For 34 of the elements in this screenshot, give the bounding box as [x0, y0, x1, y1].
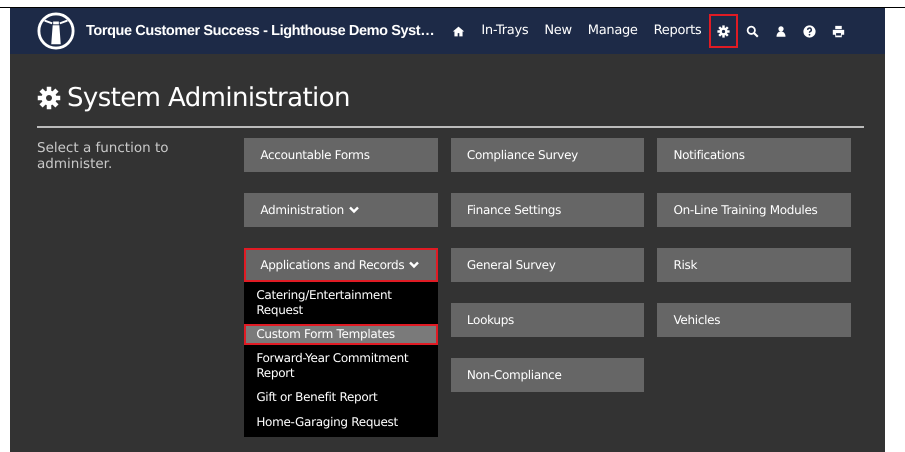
home-icon — [452, 24, 466, 38]
search-icon — [746, 24, 760, 38]
menu-item[interactable]: Custom Form Templates — [244, 324, 438, 345]
app-title: Torque Customer Success - Lighthouse Demo Syst… — [86, 23, 434, 39]
function-button[interactable]: Applications and Records — [244, 248, 438, 282]
page-title: System Administration — [67, 82, 350, 115]
lighthouse-logo-icon — [37, 12, 75, 50]
function-button[interactable]: On-Line Training Modules — [657, 193, 851, 227]
function-button[interactable]: Lookups — [450, 303, 644, 337]
function-button[interactable]: Risk — [657, 248, 851, 282]
caret-icon — [348, 206, 359, 214]
nav-link[interactable]: New — [536, 15, 580, 47]
function-button[interactable]: Non-Compliance — [450, 358, 644, 392]
menu-item[interactable]: Home-Garaging Request — [244, 412, 438, 433]
help-icon — [803, 24, 816, 38]
function-button[interactable]: Accountable Forms — [244, 138, 438, 172]
printer-icon — [832, 24, 846, 38]
user-icon — [775, 24, 788, 38]
function-button[interactable]: Finance Settings — [450, 193, 644, 227]
nav-link[interactable]: In-Trays — [473, 15, 536, 47]
menu-item[interactable]: Catering/Entertainment Request — [244, 286, 438, 320]
gear-icon — [717, 24, 730, 38]
nav-link[interactable]: Reports — [646, 15, 710, 47]
menu-item[interactable]: Forward-Year Commitment Report — [244, 349, 438, 383]
function-button[interactable]: Compliance Survey — [450, 138, 644, 172]
function-button[interactable]: Vehicles — [657, 303, 851, 337]
function-button[interactable]: General Survey — [450, 248, 644, 282]
function-button[interactable]: Notifications — [657, 138, 851, 172]
menu-item[interactable]: Gift or Benefit Report — [244, 387, 438, 408]
function-button[interactable]: Administration — [244, 193, 438, 227]
settings-button[interactable] — [709, 14, 738, 48]
nav-link[interactable]: Manage — [580, 15, 646, 47]
caret-icon — [409, 261, 420, 269]
instructions-text: Select a function to administer. — [37, 140, 170, 172]
